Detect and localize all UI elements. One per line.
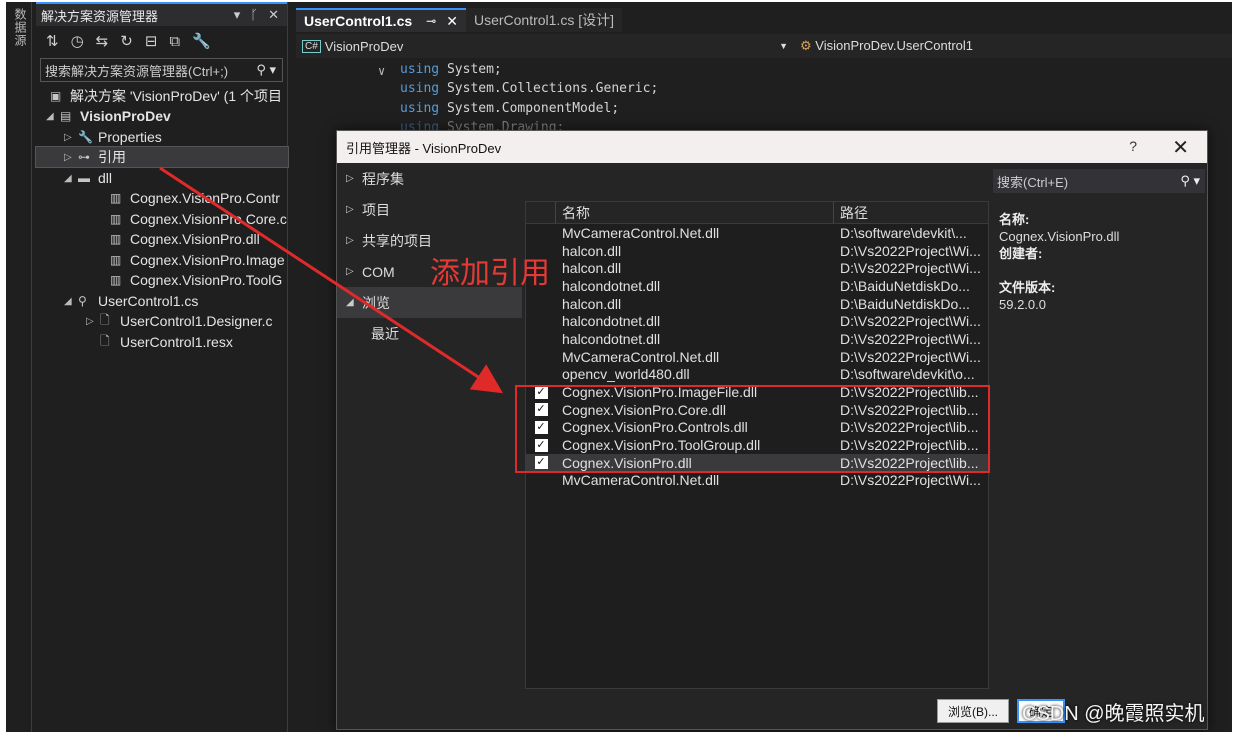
annotation-arrow — [159, 166, 504, 394]
watermark: CSDN @晚霞照实机 — [1022, 703, 1205, 725]
